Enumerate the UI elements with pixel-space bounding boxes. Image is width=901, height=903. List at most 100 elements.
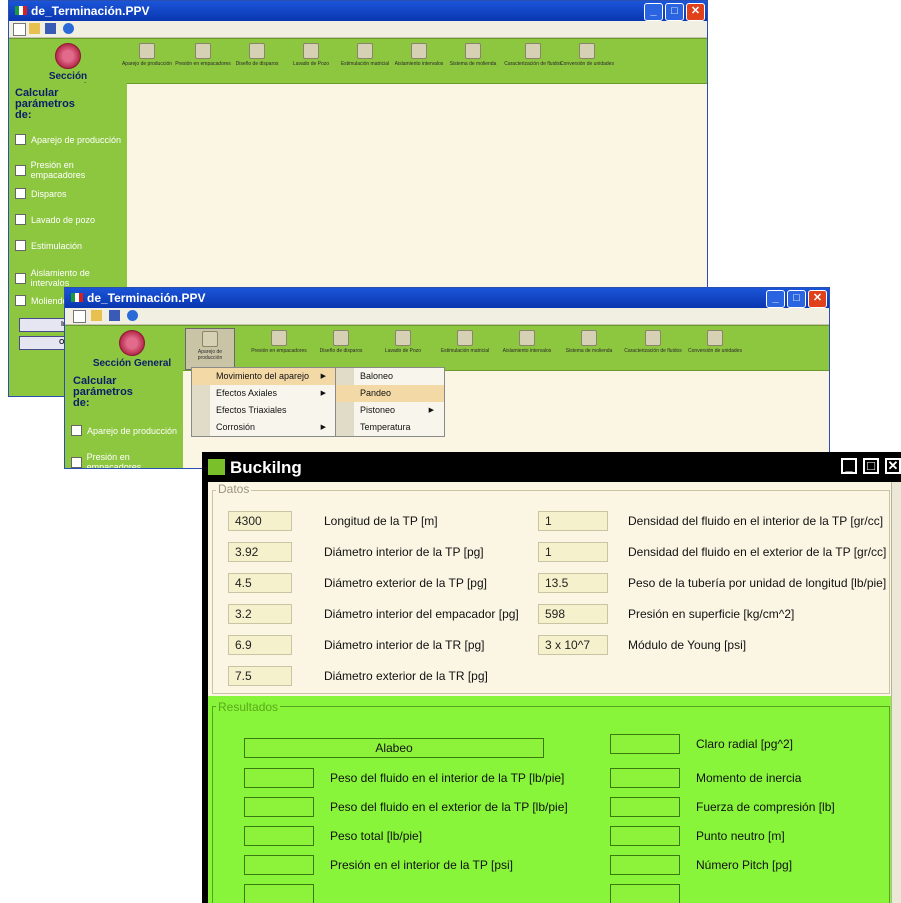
ribbon-molienda[interactable]: Sistema de molienda	[443, 41, 503, 81]
checkbox-presion[interactable]: Presión en empacadores	[71, 452, 183, 468]
ribbon-aislamiento[interactable]: Aislamiento intervalos	[497, 328, 557, 368]
input-densidad-exterior[interactable]: 1	[538, 542, 608, 562]
ribbon-estimulacion[interactable]: Estimulación matricial	[335, 41, 395, 81]
input-peso-tuberia[interactable]: 13.5	[538, 573, 608, 593]
alabeo-output: Alabeo	[244, 738, 544, 758]
output-peso-total	[244, 826, 314, 846]
menu-item-corrosion[interactable]: Corrosión ▶	[192, 419, 336, 436]
ribbon-unidades[interactable]: Conversión de unidades	[557, 41, 617, 81]
save-icon[interactable]	[45, 23, 56, 34]
minimize-button[interactable]: _	[766, 290, 785, 308]
buckling-window: Buckilng _ □ ✕ Datos 4300 Longitud de la…	[202, 452, 901, 903]
panel-heading: Calcular parámetros de:	[15, 87, 75, 121]
app-logo-icon	[208, 459, 225, 475]
input-modulo-young[interactable]: 3 x 10^7	[538, 635, 608, 655]
resultados-panel: Resultados Alabeo Peso del fluido en el …	[208, 696, 892, 903]
checkbox-disparos[interactable]: Disparos	[15, 188, 67, 199]
maximize-button[interactable]: □	[863, 458, 879, 474]
checkbox-aislamiento[interactable]: Aislamiento de intervalos	[15, 268, 127, 288]
ribbon-presion[interactable]: Presión en empacadores	[249, 328, 309, 368]
checkbox-lavado[interactable]: Lavado de pozo	[15, 214, 95, 225]
label-diam-ext-tp: Diámetro exterior de la TP [pg]	[324, 576, 487, 590]
vertical-scrollbar[interactable]	[891, 482, 901, 903]
minimize-button[interactable]: _	[644, 3, 663, 21]
output-presion-interior	[244, 855, 314, 875]
ribbon-aparejo[interactable]: Aparejo de producción	[117, 41, 177, 81]
output-numero-pitch	[610, 855, 680, 875]
close-button[interactable]: ✕	[808, 290, 827, 308]
maximize-button[interactable]: □	[665, 3, 684, 21]
menu-item-triaxiales[interactable]: Efectos Triaxiales	[192, 402, 336, 419]
input-longitud-tp[interactable]: 4300	[228, 511, 292, 531]
app-flag-icon	[71, 293, 83, 302]
new-file-icon[interactable]	[13, 23, 26, 36]
submenu-item-baloneo[interactable]: Baloneo	[336, 368, 444, 385]
ribbon-unidades[interactable]: Conversión de unidades	[685, 328, 745, 368]
tool-icon	[579, 43, 595, 59]
title-bar[interactable]: Buckilng _ □ ✕	[202, 452, 901, 482]
ribbon-molienda[interactable]: Sistema de molienda	[559, 328, 619, 368]
label-diam-int-tr: Diámetro interior de la TR [pg]	[324, 638, 485, 652]
ribbon: Sección General Aparejo de producción Pr…	[9, 38, 707, 93]
tool-icon	[195, 43, 211, 59]
new-file-icon[interactable]	[73, 310, 86, 323]
ribbon-lavado[interactable]: Lavado de Pozo	[373, 328, 433, 368]
tool-icon	[457, 330, 473, 346]
tool-icon	[525, 43, 541, 59]
label-modulo-young: Módulo de Young [psi]	[628, 638, 747, 652]
side-panel: Calcular parámetros de: Aparejo de produ…	[65, 370, 183, 468]
section-general-button[interactable]: Sección General	[89, 330, 175, 369]
ribbon-lavado[interactable]: Lavado de Pozo	[281, 41, 341, 81]
close-button[interactable]: ✕	[885, 458, 901, 474]
output-peso-fluido-exterior	[244, 797, 314, 817]
help-icon[interactable]	[127, 310, 138, 321]
tool-icon	[357, 43, 373, 59]
open-folder-icon[interactable]	[91, 310, 102, 321]
ribbon-fluidos[interactable]: Caracterización de fluidos	[623, 328, 683, 368]
title-bar[interactable]: de_Terminación.PPV _ □ ✕	[9, 1, 707, 21]
input-diam-ext-tp[interactable]: 4.5	[228, 573, 292, 593]
ribbon-fluidos[interactable]: Caracterización de fluidos	[503, 41, 563, 81]
submenu-item-temperatura[interactable]: Temperatura	[336, 419, 444, 436]
datos-label: Datos	[216, 482, 252, 496]
input-diam-int-tr[interactable]: 6.9	[228, 635, 292, 655]
submenu-item-pistoneo[interactable]: Pistoneo ▶	[336, 402, 444, 419]
app-flag-icon	[15, 6, 27, 15]
checkbox-aparejo[interactable]: Aparejo de producción	[71, 425, 177, 436]
help-icon[interactable]	[63, 23, 74, 34]
title-bar[interactable]: de_Terminación.PPV _ □ ✕	[65, 288, 829, 308]
input-densidad-interior[interactable]: 1	[538, 511, 608, 531]
minimize-button[interactable]: _	[841, 458, 857, 474]
checkbox-aparejo[interactable]: Aparejo de producción	[15, 134, 121, 145]
input-diam-int-tp[interactable]: 3.92	[228, 542, 292, 562]
close-button[interactable]: ✕	[686, 3, 705, 21]
tool-icon	[202, 331, 218, 347]
ribbon-aislamiento[interactable]: Aislamiento intervalos	[389, 41, 449, 81]
checkbox-estimulacion[interactable]: Estimulación	[15, 240, 82, 251]
checkbox-moliendo[interactable]: Moliendo	[15, 295, 68, 306]
open-folder-icon[interactable]	[29, 23, 40, 34]
label-peso-fluido-interior: Peso del fluido en el interior de la TP …	[330, 771, 565, 785]
input-diam-int-empacador[interactable]: 3.2	[228, 604, 292, 624]
checkbox-presion[interactable]: Presión en empacadores	[15, 160, 127, 180]
tool-icon	[519, 330, 535, 346]
university-logo-icon	[119, 330, 145, 356]
ribbon-aparejo[interactable]: Aparejo de producción	[185, 328, 235, 370]
label-fuerza-compresion: Fuerza de compresión [lb]	[696, 800, 835, 814]
submenu-item-pandeo[interactable]: Pandeo	[336, 385, 444, 402]
save-icon[interactable]	[109, 310, 120, 321]
ribbon-disparos[interactable]: Diseño de disparos	[227, 41, 287, 81]
output-claro-radial	[610, 734, 680, 754]
ribbon-estimulacion[interactable]: Estimulación matricial	[435, 328, 495, 368]
submenu: Baloneo Pandeo Pistoneo ▶ Temperatura	[335, 367, 445, 437]
ribbon-disparos[interactable]: Diseño de disparos	[311, 328, 371, 368]
menu-item-axiales[interactable]: Efectos Axiales ▶	[192, 385, 336, 402]
maximize-button[interactable]: □	[787, 290, 806, 308]
menu-item-movimiento[interactable]: Movimiento del aparejo ▶	[192, 368, 336, 385]
input-diam-ext-tr[interactable]: 7.5	[228, 666, 292, 686]
output-extra-left	[244, 884, 314, 903]
input-presion-superficie[interactable]: 598	[538, 604, 608, 624]
ribbon-presion[interactable]: Presión en empacadores	[173, 41, 233, 81]
quick-toolbar	[65, 308, 829, 325]
label-diam-int-tp: Diámetro interior de la TP [pg]	[324, 545, 484, 559]
